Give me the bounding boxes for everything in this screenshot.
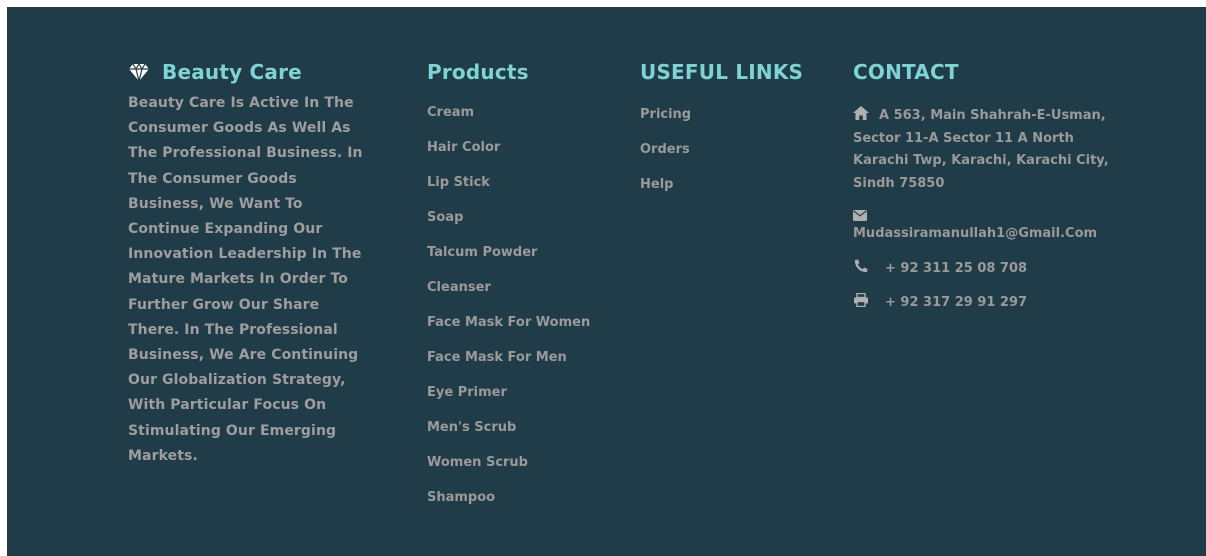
useful-links-list: Pricing Orders Help — [640, 104, 810, 197]
contact-heading: CONTACT — [853, 60, 959, 84]
product-link-lip-stick[interactable]: Lip Stick — [427, 172, 602, 195]
product-link-face-mask-women[interactable]: Face Mask For Women — [427, 312, 602, 335]
contact-list: A 563, Main Shahrah-E-Usman, Sector 11-A… — [853, 105, 1113, 315]
products-heading: Products — [427, 60, 529, 84]
brand-column: Beauty Care Beauty Care Is Active In The… — [128, 59, 373, 469]
product-link-shampoo[interactable]: Shampoo — [427, 487, 602, 510]
products-list: Cream Hair Color Lip Stick Soap Talcum P… — [427, 102, 602, 510]
product-link-cleanser[interactable]: Cleanser — [427, 277, 602, 300]
phone-icon — [853, 259, 869, 273]
contact-fax-text: + 92 317 29 91 297 — [885, 295, 1028, 310]
useful-link-help[interactable]: Help — [640, 174, 810, 197]
contact-address: A 563, Main Shahrah-E-Usman, Sector 11-A… — [853, 105, 1113, 195]
product-link-mens-scrub[interactable]: Men's Scrub — [427, 417, 602, 440]
product-link-hair-color[interactable]: Hair Color — [427, 137, 602, 160]
useful-links-heading: USEFUL LINKS — [640, 60, 804, 84]
product-link-soap[interactable]: Soap — [427, 207, 602, 230]
brand-description: Beauty Care Is Active In The Consumer Go… — [128, 95, 363, 464]
product-link-cream[interactable]: Cream — [427, 102, 602, 125]
contact-column: CONTACT A 563, Main Shahrah-E-Usman, Sec… — [853, 59, 1113, 327]
brand-heading[interactable]: Beauty Care — [128, 59, 373, 85]
brand-name: Beauty Care — [162, 60, 302, 84]
envelope-icon — [853, 207, 869, 221]
contact-fax: + 92 317 29 91 297 — [853, 292, 1113, 315]
useful-link-pricing[interactable]: Pricing — [640, 104, 810, 127]
contact-address-text: A 563, Main Shahrah-E-Usman, Sector 11-A… — [853, 108, 1109, 191]
diamond-icon — [128, 61, 150, 83]
product-link-face-mask-men[interactable]: Face Mask For Men — [427, 347, 602, 370]
useful-link-orders[interactable]: Orders — [640, 139, 810, 162]
site-footer: Beauty Care Beauty Care Is Active In The… — [7, 7, 1206, 556]
printer-icon — [853, 292, 869, 308]
product-link-women-scrub[interactable]: Women Scrub — [427, 452, 602, 475]
contact-email: Mudassiramanullah1@Gmail.Com — [853, 207, 1113, 246]
home-icon — [853, 106, 869, 120]
contact-phone-text[interactable]: + 92 311 25 08 708 — [885, 261, 1027, 276]
contact-email-text[interactable]: Mudassiramanullah1@Gmail.Com — [853, 226, 1097, 241]
product-link-talcum-powder[interactable]: Talcum Powder — [427, 242, 602, 265]
products-column: Products Cream Hair Color Lip Stick Soap… — [427, 59, 602, 522]
product-link-eye-primer[interactable]: Eye Primer — [427, 382, 602, 405]
useful-links-column: USEFUL LINKS Pricing Orders Help — [640, 59, 810, 209]
contact-phone: + 92 311 25 08 708 — [853, 258, 1113, 281]
